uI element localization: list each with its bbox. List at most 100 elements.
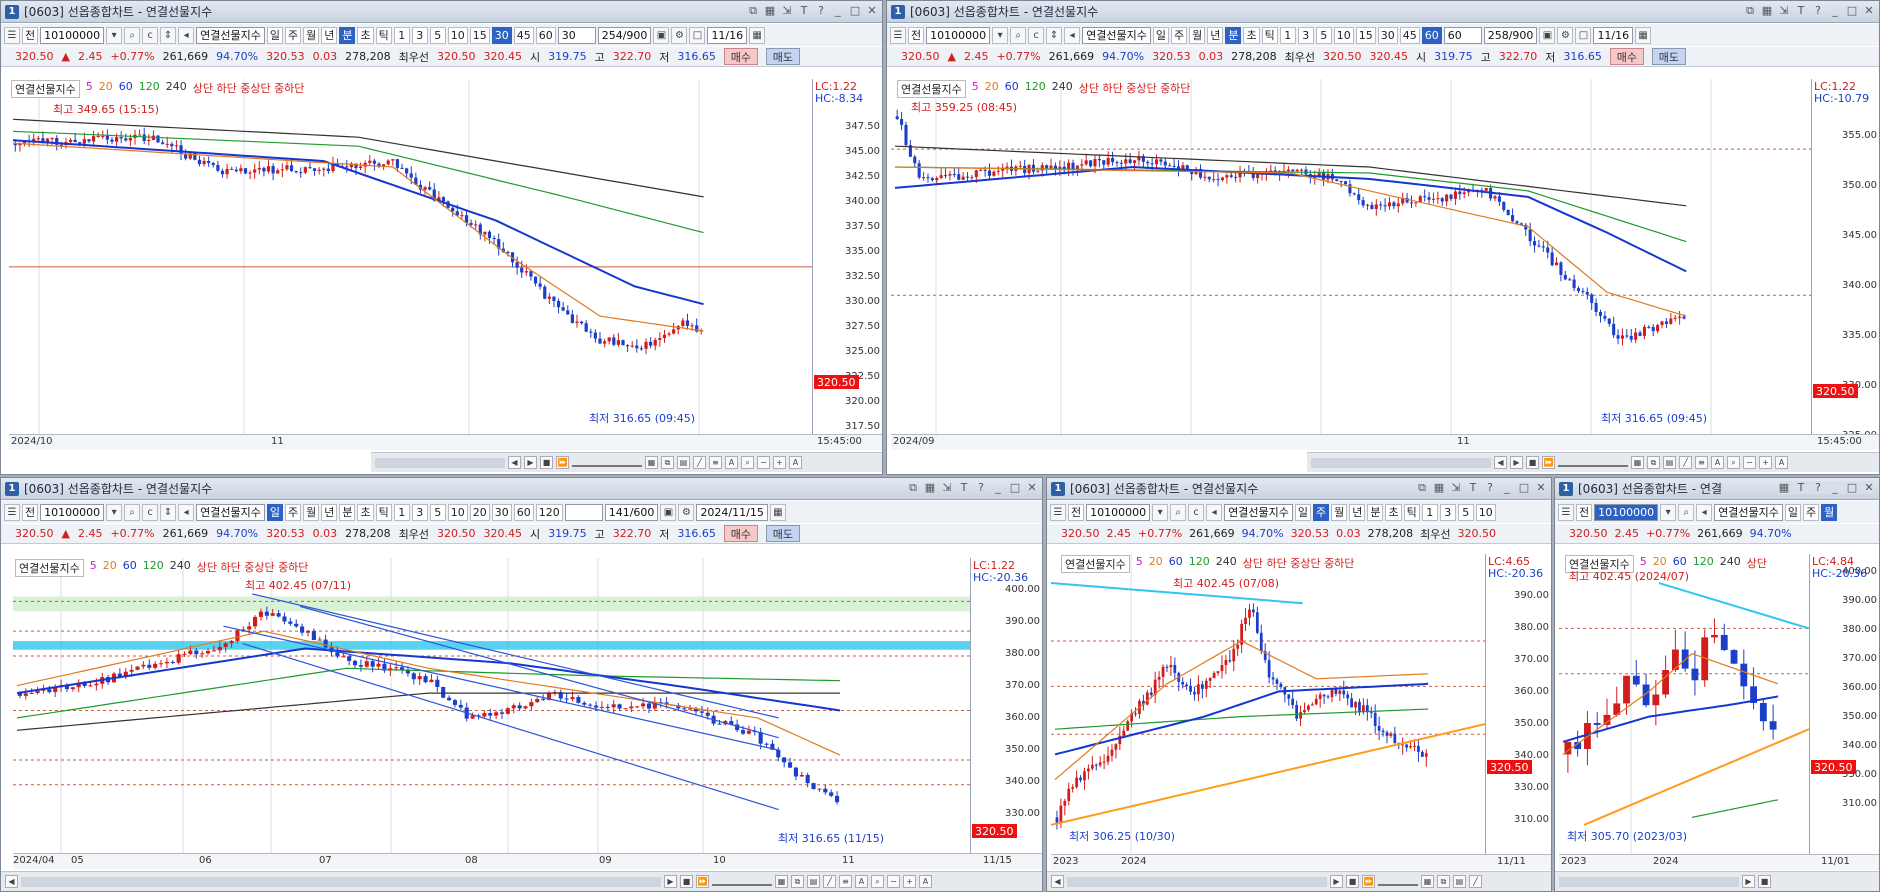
maximize-icon[interactable]: □ [1846, 4, 1858, 18]
sell-button[interactable]: 매도 [765, 48, 800, 65]
chart-area[interactable] [13, 558, 970, 853]
restore-icon[interactable]: ⧉ [747, 4, 759, 18]
interval-input[interactable]: 30 [557, 26, 596, 44]
grid-icon[interactable]: ▦ [1778, 481, 1790, 494]
arrow-icon[interactable]: ⇲ [941, 481, 953, 495]
restore-icon[interactable]: ⧉ [907, 481, 919, 495]
help-icon[interactable]: ? [975, 481, 987, 495]
save-icon[interactable]: ▣ [1539, 26, 1556, 44]
period-year[interactable]: 년 [1349, 503, 1366, 521]
dropdown-icon[interactable]: ▾ [992, 26, 1009, 44]
instrument-select[interactable]: 연결선물지수 [196, 503, 265, 521]
search-icon[interactable]: ⌕ [1170, 503, 1187, 521]
title-bar[interactable]: 1 [0603] 선옵종합차트 - 연결선물지수 ⧉ ▦ ⇲ T? _ □ ✕ [1, 1, 882, 23]
grid-tool-icon[interactable]: ▦ [1421, 875, 1434, 888]
period-day[interactable]: 일 [266, 503, 283, 521]
maximize-icon[interactable]: □ [849, 4, 861, 18]
close-icon[interactable]: ✕ [1026, 481, 1038, 495]
grid-icon[interactable]: ▦ [1761, 4, 1773, 18]
checkbox-icon[interactable]: □ [689, 26, 706, 44]
period-month[interactable]: 월 [1189, 26, 1206, 44]
interval-15[interactable]: 15 [1355, 26, 1376, 44]
grid-tool-icon[interactable]: ▦ [645, 456, 658, 469]
menu-icon[interactable]: ☰ [890, 26, 906, 44]
period-second[interactable]: 초 [357, 503, 374, 521]
menu-icon[interactable]: ☰ [1558, 503, 1574, 521]
speaker-icon[interactable]: ◂ [1696, 503, 1713, 521]
close-icon[interactable]: ✕ [866, 4, 878, 18]
instrument-select[interactable]: 연결선물지수 [1082, 26, 1151, 44]
play-icon[interactable]: ▶ [664, 875, 677, 888]
interval-5[interactable]: 5 [429, 503, 446, 521]
interval-10[interactable]: 10 [1475, 503, 1496, 521]
speaker-icon[interactable]: ◂ [1206, 503, 1223, 521]
cc-icon[interactable]: c [1028, 26, 1045, 44]
checkbox-icon[interactable]: □ [1575, 26, 1592, 44]
settings-icon[interactable]: ⚙ [1557, 26, 1574, 44]
period-month[interactable]: 월 [303, 503, 320, 521]
grid-icon[interactable]: ▦ [1433, 481, 1445, 495]
title-bar[interactable]: 1 [0603] 선옵종합차트 - 연결선물지수 ⧉ ▦ ⇲ T? _ □ ✕ [887, 1, 1879, 23]
speaker-icon[interactable]: ◂ [1064, 26, 1081, 44]
scroll-left-icon[interactable]: ◀ [1051, 875, 1064, 888]
line-tool-icon[interactable]: ╱ [823, 875, 836, 888]
minimize-icon[interactable]: _ [1501, 481, 1513, 495]
minimize-icon[interactable]: _ [992, 481, 1004, 495]
all-button[interactable]: 전 [908, 26, 925, 44]
text-tool-icon[interactable]: A [725, 456, 738, 469]
period-year[interactable]: 년 [1207, 26, 1224, 44]
chart-navigator[interactable]: ◀ ▶ ■ ⏩ ▦ ⧉ ▤ ╱ ≡ A ⌕ − + A [371, 452, 882, 472]
calendar-icon[interactable]: ▦ [1635, 26, 1652, 44]
save-icon[interactable]: ▣ [653, 26, 670, 44]
fib-tool-icon[interactable]: ≡ [839, 875, 852, 888]
period-year[interactable]: 년 [321, 503, 338, 521]
line-tool-icon[interactable]: ╱ [1679, 456, 1692, 469]
cc-icon[interactable]: c [142, 26, 159, 44]
minimize-icon[interactable]: _ [1829, 4, 1841, 18]
copy-icon[interactable]: ⧉ [791, 875, 804, 888]
interval-1[interactable]: 1 [1279, 26, 1296, 44]
copy-icon[interactable]: ⧉ [1647, 456, 1660, 469]
interval-3[interactable]: 3 [1439, 503, 1456, 521]
interval-5[interactable]: 5 [429, 26, 446, 44]
text-icon[interactable]: T [798, 4, 810, 18]
date-input[interactable]: 11/16 [707, 26, 748, 44]
scroll-left-icon[interactable]: ◀ [1494, 456, 1507, 469]
period-day[interactable]: 일 [1784, 503, 1801, 521]
menu-icon[interactable]: ☰ [4, 26, 20, 44]
period-minute[interactable]: 분 [339, 26, 356, 44]
interval-60[interactable]: 60 [535, 26, 556, 44]
scroll-track[interactable] [375, 457, 505, 468]
speaker-icon[interactable]: ◂ [178, 503, 195, 521]
interval-20[interactable]: 20 [469, 503, 490, 521]
fast-forward-icon[interactable]: ⏩ [1362, 875, 1375, 888]
instrument-select[interactable]: 연결선물지수 [1224, 503, 1293, 521]
zoom-in-icon[interactable]: + [1759, 456, 1772, 469]
menu-icon[interactable]: ☰ [4, 503, 20, 521]
search-icon[interactable]: ⌕ [124, 26, 141, 44]
help-icon[interactable]: ? [1812, 481, 1824, 494]
dropdown-icon[interactable]: ▾ [106, 503, 123, 521]
restore-icon[interactable]: ⧉ [1744, 4, 1756, 18]
spin-icon[interactable]: ⇕ [160, 26, 177, 44]
code-input[interactable]: 10100000 [1086, 503, 1151, 521]
interval-10[interactable]: 10 [1333, 26, 1354, 44]
chart-area[interactable] [891, 79, 1811, 434]
grid-icon[interactable]: ▦ [764, 4, 776, 18]
chart-navigator[interactable]: ◀ ▶ ■ ⏩ ▦ ⧉ ▤ ╱ ≡ A ⌕ − + A [1307, 452, 1879, 472]
maximize-icon[interactable]: □ [1846, 481, 1858, 494]
all-button[interactable]: 전 [1068, 503, 1085, 521]
period-week[interactable]: 주 [1802, 503, 1820, 521]
buy-button[interactable]: 매수 [1609, 48, 1644, 65]
period-month[interactable]: 월 [303, 26, 320, 44]
restore-icon[interactable]: ⧉ [1416, 481, 1428, 495]
date-input[interactable]: 2024/11/15 [696, 503, 768, 521]
interval-5[interactable]: 5 [1315, 26, 1332, 44]
close-icon[interactable]: ✕ [1863, 481, 1875, 494]
title-bar[interactable]: 1 [0603] 선옵종합차트 - 연결선물지수 ⧉ ▦ ⇲ T? _ □ ✕ [1047, 478, 1551, 500]
play-icon[interactable]: ▶ [524, 456, 537, 469]
text-icon[interactable]: T [1795, 481, 1807, 494]
title-bar[interactable]: 1 [0603] 선옵종합차트 - 연결선물지수 ⧉ ▦ ⇲ T? _ □ ✕ [1, 478, 1042, 500]
interval-1[interactable]: 1 [1421, 503, 1438, 521]
help-icon[interactable]: ? [815, 4, 827, 18]
